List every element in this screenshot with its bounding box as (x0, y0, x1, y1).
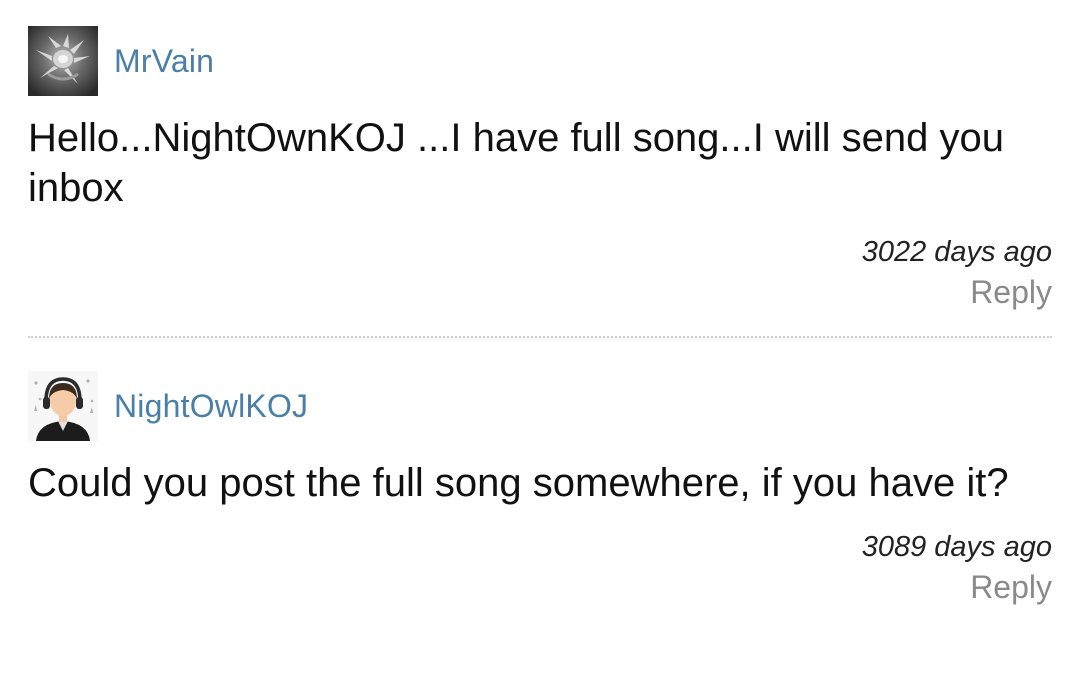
comment-text: Could you post the full song somewhere, … (28, 461, 1009, 505)
comment-item: NightOwlKOJ Could you post the full song… (28, 370, 1052, 608)
comment-username[interactable]: NightOwlKOJ (114, 388, 308, 425)
comment-header: NightOwlKOJ (28, 370, 1052, 442)
headphones-person-avatar-icon (28, 371, 98, 441)
comment-username[interactable]: MrVain (114, 43, 214, 80)
spiky-creature-avatar-icon (28, 26, 98, 96)
comment-meta: 3089 days ago Reply (28, 528, 1052, 608)
comment-item: MrVain Hello...NightOwnKOJ ...I have ful… (28, 25, 1052, 313)
comment-text: Hello...NightOwnKOJ ...I have full song.… (28, 116, 1004, 210)
comment-timestamp: 3022 days ago (861, 236, 1052, 268)
comment-meta: 3022 days ago Reply (28, 233, 1052, 313)
comment-timestamp: 3089 days ago (861, 531, 1052, 563)
reply-button[interactable]: Reply (970, 566, 1052, 608)
reply-button[interactable]: Reply (970, 271, 1052, 313)
avatar[interactable] (28, 371, 98, 441)
avatar[interactable] (28, 26, 98, 96)
comment-header: MrVain (28, 25, 1052, 97)
comment-divider (28, 336, 1052, 338)
